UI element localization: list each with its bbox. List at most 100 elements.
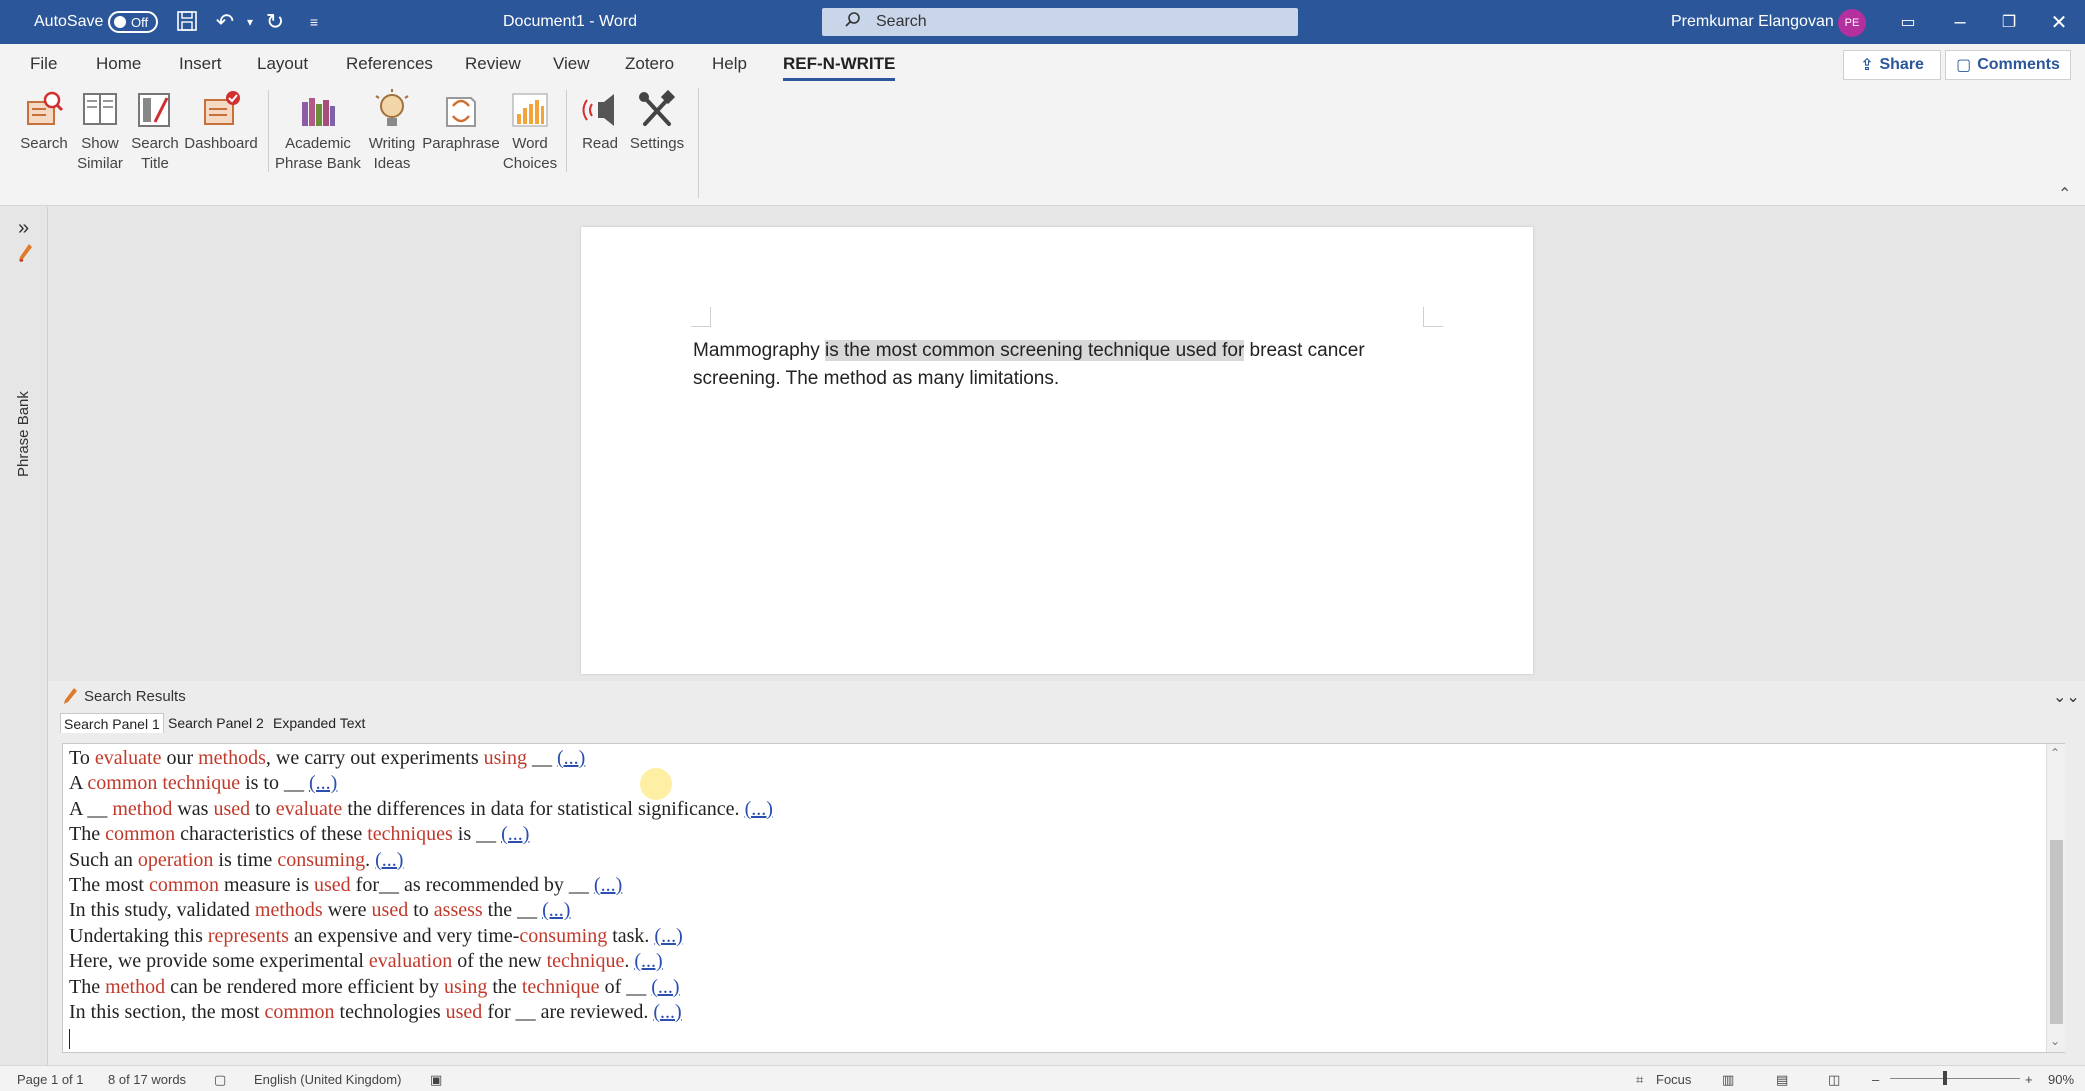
zoom-slider-thumb[interactable] — [1943, 1071, 1947, 1085]
expand-link[interactable]: (...) — [654, 925, 682, 947]
collapse-ribbon-icon[interactable]: ⌃ — [2058, 184, 2071, 204]
result-text: In this study, validated — [69, 899, 255, 922]
result-row[interactable]: Such an operation is time consuming. (..… — [69, 848, 773, 873]
expand-link[interactable]: (...) — [594, 874, 622, 896]
result-text: task. — [607, 924, 655, 947]
search-title-button[interactable]: Search Title — [122, 88, 188, 174]
keyword: consuming — [277, 848, 366, 871]
customize-toolbar-icon[interactable]: ≡ — [302, 10, 326, 34]
result-row[interactable]: The common characteristics of these tech… — [69, 822, 773, 847]
tab-view[interactable]: View — [553, 54, 590, 74]
word-choices-button[interactable]: Word Choices — [497, 88, 563, 174]
scrollbar-thumb[interactable] — [2050, 840, 2063, 1024]
zoom-level[interactable]: 90% — [2048, 1072, 2074, 1087]
search-doc-icon — [27, 91, 64, 125]
writing-ideas-button[interactable]: Writing Ideas — [359, 88, 425, 174]
expand-link[interactable]: (...) — [501, 823, 529, 845]
close-icon[interactable]: ✕ — [2035, 0, 2083, 44]
result-text: the — [487, 975, 522, 998]
read-mode-icon[interactable]: ▥ — [1722, 1072, 1734, 1088]
tab-review[interactable]: Review — [465, 54, 521, 74]
zoom-out-icon[interactable]: – — [1872, 1072, 1879, 1087]
keyword: techniques — [367, 823, 453, 846]
autosave-toggle[interactable]: Off — [108, 11, 158, 33]
tab-search-panel-2[interactable]: Search Panel 2 — [165, 713, 267, 733]
share-button[interactable]: ⇪ Share — [1843, 50, 1941, 80]
academic-phrase-bank-button[interactable]: Academic Phrase Bank — [273, 88, 363, 174]
result-row[interactable]: In this study, validated methods were us… — [69, 898, 773, 923]
print-layout-icon[interactable]: ▤ — [1776, 1072, 1788, 1088]
ribbon-display-options-icon[interactable]: ▭ — [1884, 0, 1932, 44]
keyword: method — [105, 975, 166, 998]
word-count[interactable]: 8 of 17 words — [108, 1072, 186, 1087]
result-row[interactable]: Here, we provide some experimental evalu… — [69, 949, 773, 974]
search-title-icon — [138, 93, 170, 127]
expand-link[interactable]: (...) — [309, 772, 337, 794]
paraphrase-button[interactable]: Paraphrase — [420, 88, 502, 154]
expand-link[interactable]: (...) — [651, 976, 679, 998]
zoom-slider[interactable] — [1890, 1078, 2020, 1079]
expand-link[interactable]: (...) — [634, 950, 662, 972]
undo-dropdown-icon[interactable]: ▾ — [238, 10, 262, 34]
accessibility-icon[interactable]: ▣ — [430, 1072, 442, 1088]
restore-icon[interactable]: ❐ — [1985, 0, 2033, 44]
document-page[interactable]: Mammography is the most common screening… — [581, 227, 1533, 674]
redo-icon[interactable]: ↻ — [263, 10, 287, 34]
page-count[interactable]: Page 1 of 1 — [17, 1072, 84, 1087]
expand-link[interactable]: (...) — [557, 747, 585, 769]
document-text[interactable]: Mammography is the most common screening… — [693, 337, 1413, 393]
tab-file[interactable]: File — [30, 54, 57, 74]
tab-home[interactable]: Home — [96, 54, 141, 74]
tab-insert[interactable]: Insert — [179, 54, 222, 74]
tab-zotero[interactable]: Zotero — [625, 54, 674, 74]
autosave-label: AutoSave — [34, 13, 104, 30]
search-results-list[interactable]: To evaluate our methods, we carry out ex… — [62, 743, 2065, 1053]
focus-icon[interactable]: ⌗ — [1636, 1072, 1643, 1088]
dashboard-button[interactable]: Dashboard — [181, 88, 261, 154]
zoom-in-icon[interactable]: + — [2025, 1072, 2033, 1087]
expand-pane-icon[interactable]: » — [18, 217, 29, 240]
phrase-bank-label[interactable]: Phrase Bank — [15, 391, 32, 477]
search-results-title: Search Results — [84, 687, 186, 705]
tab-references[interactable]: References — [346, 54, 433, 74]
result-row[interactable]: Undertaking this represents an expensive… — [69, 924, 773, 949]
mouse-cursor-highlight — [640, 768, 672, 800]
academic-phrase-bank-label-2: Phrase Bank — [275, 155, 361, 172]
scroll-up-icon[interactable]: ⌃ — [2050, 746, 2060, 760]
save-icon[interactable] — [175, 10, 199, 34]
result-row[interactable]: The method can be rendered more efficien… — [69, 975, 773, 1000]
tab-layout[interactable]: Layout — [257, 54, 308, 74]
result-text: . — [365, 848, 376, 871]
scroll-down-icon[interactable]: ⌄ — [2050, 1034, 2060, 1048]
expand-link[interactable]: (...) — [745, 798, 773, 820]
expand-link[interactable]: (...) — [375, 849, 403, 871]
result-row[interactable]: The most common measure is used for__ as… — [69, 873, 773, 898]
tab-expanded-text[interactable]: Expanded Text — [270, 713, 368, 733]
tab-help[interactable]: Help — [712, 54, 747, 74]
minimize-icon[interactable]: – — [1936, 0, 1984, 44]
collapse-panel-icon[interactable]: ⌄⌄ — [2053, 687, 2080, 707]
ribbon-tabs: File Home Insert Layout References Revie… — [0, 44, 2085, 84]
avatar[interactable]: PE — [1838, 9, 1866, 37]
keyword: evaluate — [94, 747, 162, 769]
focus-button[interactable]: Focus — [1656, 1072, 1691, 1087]
expand-link[interactable]: (...) — [653, 1001, 681, 1023]
expand-link[interactable]: (...) — [542, 899, 570, 921]
keyword: consuming — [519, 924, 608, 947]
results-scrollbar[interactable]: ⌃ ⌄ — [2046, 744, 2065, 1052]
result-row[interactable]: In this section, the most common technol… — [69, 1000, 773, 1025]
web-layout-icon[interactable]: ◫ — [1828, 1072, 1840, 1088]
comments-button[interactable]: ▢ Comments — [1945, 50, 2071, 80]
user-name[interactable]: Premkumar Elangovan — [1671, 0, 1834, 44]
proofing-icon[interactable]: ▢ — [214, 1072, 226, 1088]
result-text: can be rendered more efficient by — [165, 975, 445, 998]
settings-button[interactable]: Settings — [624, 88, 690, 154]
result-row[interactable]: To evaluate our methods, we carry out ex… — [69, 746, 773, 771]
language-indicator[interactable]: English (United Kingdom) — [254, 1072, 401, 1087]
text-caret-line[interactable] — [69, 1025, 773, 1050]
undo-icon[interactable]: ↶ — [213, 10, 237, 34]
tab-ref-n-write[interactable]: REF-N-WRITE — [783, 54, 896, 81]
search-box[interactable]: Search — [822, 8, 1298, 36]
tab-search-panel-1[interactable]: Search Panel 1 — [60, 713, 164, 733]
result-row[interactable]: A __ method was used to evaluate the dif… — [69, 797, 773, 822]
